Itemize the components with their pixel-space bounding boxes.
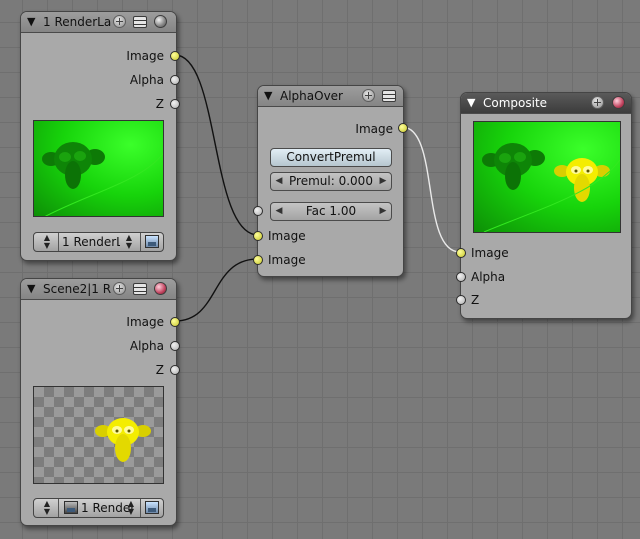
socket-label: Image	[268, 229, 306, 243]
menu-icon[interactable]	[133, 16, 147, 28]
output-z-socket[interactable]	[170, 99, 180, 109]
decrement-arrow-icon[interactable]: ◀	[273, 173, 285, 190]
alphaover-node[interactable]: ▼ AlphaOver Image ConvertPremul ◀ Premul…	[253, 85, 408, 277]
sphere-icon[interactable]	[154, 282, 167, 295]
fac-field[interactable]: ◀ Fac 1.00 ▶	[270, 202, 392, 221]
scene-layers-node[interactable]: ▼ Scene2|1 R Image Alpha Z ▲▼ 1 RenderL	[20, 278, 180, 526]
separator	[140, 233, 141, 251]
input-alpha-socket[interactable]	[456, 272, 466, 282]
input-image: Image	[471, 245, 509, 261]
preview-arc	[44, 152, 163, 216]
input-image2-socket[interactable]	[253, 255, 263, 265]
output-alpha: Alpha	[21, 338, 164, 354]
alphaover-header[interactable]: ▼ AlphaOver	[258, 86, 403, 107]
render-layer-selector[interactable]: ▲ ▼ 1 RenderL ▲ ▼	[33, 232, 164, 252]
image-browse-icon[interactable]	[145, 235, 159, 248]
socket-label: Z	[155, 363, 164, 377]
scene-preview	[33, 386, 164, 484]
output-z: Z	[21, 96, 164, 112]
output-image-socket[interactable]	[170, 51, 180, 61]
scene-image-icon[interactable]	[64, 501, 78, 514]
output-image: Image	[21, 314, 164, 330]
image-browse-icon[interactable]	[145, 501, 159, 514]
socket-label: Image	[355, 122, 393, 136]
socket-label: Alpha	[129, 73, 164, 87]
collapse-triangle-icon[interactable]: ▼	[27, 14, 35, 30]
sphere-icon[interactable]	[612, 96, 625, 109]
node-title: Composite	[483, 96, 548, 110]
updown-arrows-icon[interactable]: ▲ ▼	[40, 500, 54, 516]
plus-icon[interactable]	[362, 89, 375, 102]
socket-label: Alpha	[471, 270, 506, 284]
updown-arrows-icon[interactable]: ▲ ▼	[40, 234, 54, 250]
decrement-arrow-icon[interactable]: ◀	[273, 203, 285, 220]
increment-arrow-icon[interactable]: ▶	[377, 203, 389, 220]
input-z-socket[interactable]	[456, 295, 466, 305]
collapse-triangle-icon[interactable]: ▼	[27, 281, 35, 297]
fac-value: Fac 1.00	[305, 204, 357, 218]
plus-icon[interactable]	[113, 15, 126, 28]
node-title: AlphaOver	[280, 89, 343, 103]
socket-label: Image	[126, 315, 164, 329]
socket-label: Image	[471, 246, 509, 260]
link-scene-image-to-alphaover-image2	[174, 258, 259, 322]
composite-preview	[473, 121, 621, 233]
output-alpha-socket[interactable]	[170, 75, 180, 85]
plus-icon[interactable]	[113, 282, 126, 295]
output-z: Z	[21, 362, 164, 378]
output-alpha-socket[interactable]	[170, 341, 180, 351]
input-fac-socket[interactable]	[253, 206, 263, 216]
button-label: ConvertPremul	[286, 150, 376, 164]
preview-arc	[483, 158, 620, 232]
output-image-socket[interactable]	[398, 123, 408, 133]
convert-premul-button[interactable]: ConvertPremul	[270, 148, 392, 167]
premul-value: Premul: 0.000	[289, 174, 373, 188]
socket-label: Z	[155, 97, 164, 111]
separator	[58, 499, 59, 517]
plus-icon[interactable]	[591, 96, 604, 109]
layer-name-label: 1 RenderL	[62, 235, 120, 249]
input-image1: Image	[268, 228, 306, 244]
updown-arrows-icon[interactable]: ▲ ▼	[122, 234, 136, 250]
input-z: Z	[471, 292, 479, 308]
menu-icon[interactable]	[133, 283, 147, 295]
composite-node[interactable]: ▼ Composite Image Alpha Z	[456, 92, 632, 319]
socket-label: Image	[268, 253, 306, 267]
menu-icon[interactable]	[382, 90, 396, 102]
scene-layers-header[interactable]: ▼ Scene2|1 R	[21, 279, 176, 300]
updown-arrows-icon[interactable]: ▲ ▼	[124, 500, 138, 516]
premul-field[interactable]: ◀ Premul: 0.000 ▶	[270, 172, 392, 191]
collapse-triangle-icon[interactable]: ▼	[264, 88, 272, 104]
link-alphaover-image-to-composite-image	[401, 126, 461, 253]
node-title: Scene2|1 R	[43, 282, 112, 296]
output-z-socket[interactable]	[170, 365, 180, 375]
input-alpha: Alpha	[471, 269, 505, 285]
socket-label: Image	[126, 49, 164, 63]
socket-label: Z	[471, 293, 480, 307]
output-alpha: Alpha	[21, 72, 164, 88]
socket-label: Alpha	[129, 339, 164, 353]
separator	[58, 233, 59, 251]
render-layers-node[interactable]: ▼ 1 RenderLa Image Alpha Z ▲ ▼ 1 RenderL …	[20, 11, 180, 261]
collapse-triangle-icon[interactable]: ▼	[467, 95, 475, 111]
sphere-icon[interactable]	[154, 15, 167, 28]
link-render-image-to-alphaover-image1	[174, 54, 259, 236]
output-image-socket[interactable]	[170, 317, 180, 327]
output-image: Image	[258, 121, 393, 137]
render-preview	[33, 120, 164, 217]
increment-arrow-icon[interactable]: ▶	[377, 173, 389, 190]
input-image1-socket[interactable]	[253, 231, 263, 241]
render-layers-header[interactable]: ▼ 1 RenderLa	[21, 12, 176, 33]
separator	[140, 499, 141, 517]
composite-header[interactable]: ▼ Composite	[461, 93, 631, 114]
input-image2: Image	[268, 252, 306, 268]
output-image: Image	[21, 48, 164, 64]
monkey-yellow	[95, 418, 151, 462]
node-title: 1 RenderLa	[43, 15, 112, 29]
input-image-socket[interactable]	[456, 248, 466, 258]
scene-layer-selector[interactable]: ▲▼ 1 RenderL ▲▼	[33, 498, 164, 518]
